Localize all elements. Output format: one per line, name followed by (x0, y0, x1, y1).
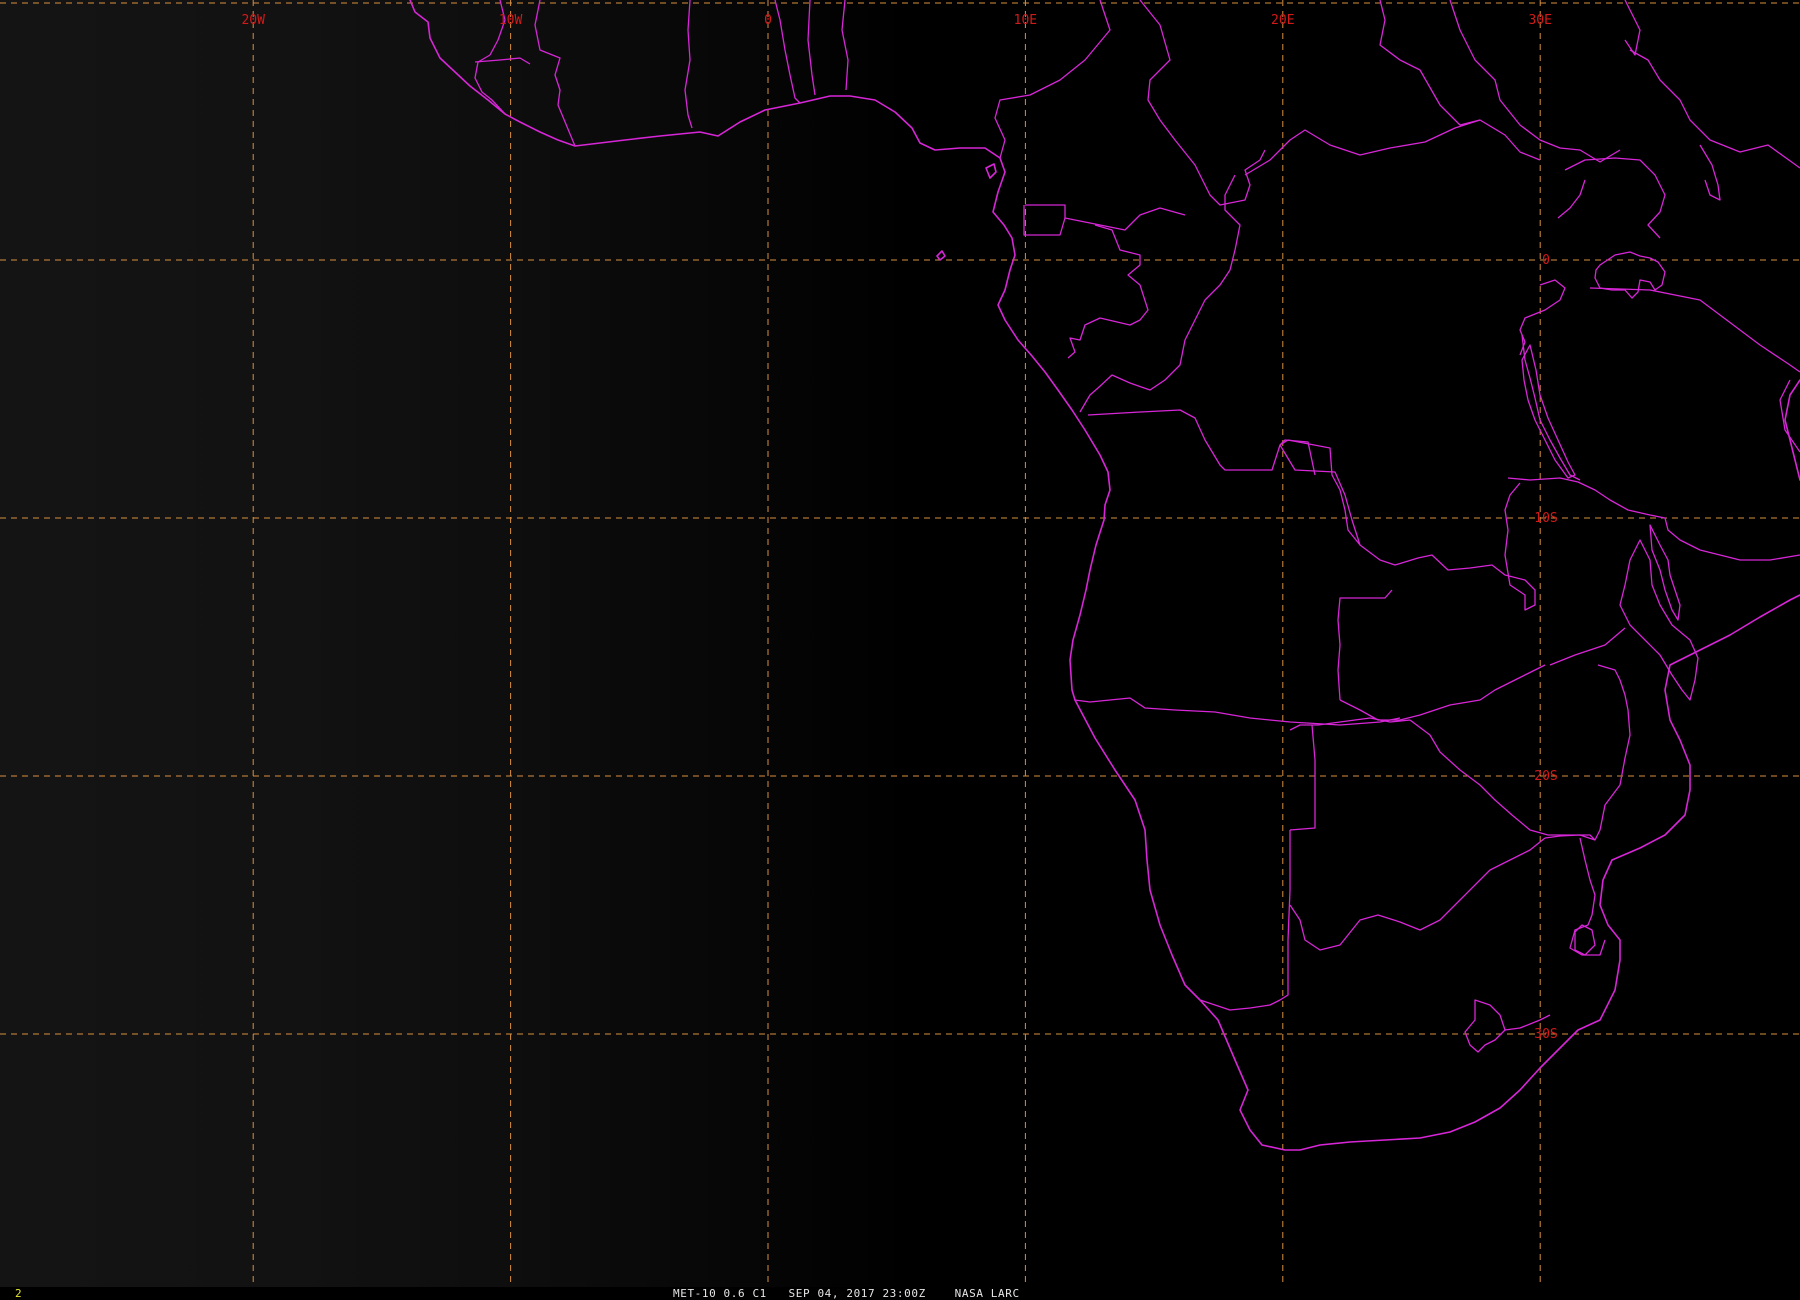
latitude-label: 20S (1534, 769, 1557, 784)
border-swaziland (1574, 924, 1596, 956)
grid-labels: 20W 10W 0 10E 20E 30E 0 10S 20S 30S (241, 13, 1557, 1042)
border-caprivi (1289, 724, 1316, 831)
border-cameroon (994, 0, 1111, 159)
status-bar: 2 MET-10 0.6 C1 SEP 04, 2017 23:00Z NASA… (0, 1287, 1800, 1300)
border-lesotho (1464, 999, 1506, 1053)
border-lake-tanganyika (1521, 344, 1576, 479)
border-zambia-angola-drc (1279, 444, 1536, 611)
longitude-label: 0 (764, 13, 772, 28)
island-sao-tome (936, 250, 946, 261)
island-bioko (985, 163, 997, 179)
image-caption: MET-10 0.6 C1 SEP 04, 2017 23:00Z NASA L… (673, 1287, 1020, 1300)
border-car-drc (1244, 119, 1541, 176)
frame-number: 2 (15, 1287, 22, 1300)
border-botswana-sa (1289, 837, 1546, 951)
lake-malawi (1649, 524, 1681, 621)
southern-africa-coastline (1074, 594, 1800, 1151)
border-zambia-west (1337, 589, 1393, 701)
latitude-label: 10S (1534, 511, 1557, 526)
border-equatorial-guinea (1023, 205, 1066, 236)
border-somalia (1699, 144, 1721, 201)
border-congo-drc (1079, 174, 1241, 413)
longitude-label: 10W (499, 13, 523, 28)
border-zambia-mozambique (1549, 627, 1626, 666)
border-malawi (1619, 539, 1699, 701)
border-angola-east (1279, 439, 1361, 546)
border-ethiopia (1629, 49, 1800, 169)
border-uganda-2 (1557, 179, 1586, 219)
border-west-4 (684, 0, 693, 129)
political-boundaries (409, 0, 1800, 1151)
border-namibia-south (1199, 830, 1291, 1011)
border-zambia-zimbabwe (1339, 664, 1546, 721)
longitude-label: 30E (1528, 13, 1551, 28)
border-zimbabwe (1544, 664, 1631, 841)
border-rwanda-burundi (1519, 279, 1566, 356)
border-uganda (1564, 157, 1666, 239)
border-angola-north (1087, 409, 1316, 476)
border-ethiopia-2 (1624, 0, 1641, 56)
border-west-2 (534, 0, 576, 147)
border-west-5 (774, 0, 801, 104)
lat-lon-grid (0, 0, 1800, 1287)
east-africa-coastline (1784, 379, 1800, 481)
border-congo-west (1067, 224, 1149, 359)
border-kenya-tanzania (1589, 287, 1800, 373)
longitude-label: 20W (241, 13, 265, 28)
latitude-label: 0 (1542, 253, 1550, 268)
central-africa-coastline (992, 171, 1111, 701)
border-west-6 (807, 0, 816, 96)
longitude-label: 10E (1014, 13, 1037, 28)
map-overlay: 20W 10W 0 10E 20E 30E 0 10S 20S 30S (0, 0, 1800, 1287)
border-sudan (1379, 0, 1481, 126)
border-gabon (1025, 204, 1186, 231)
border-west-7 (841, 0, 849, 91)
latitude-label: 30S (1534, 1027, 1557, 1042)
satellite-image: 20W 10W 0 10E 20E 30E 0 10S 20S 30S (0, 0, 1800, 1287)
longitude-label: 20E (1271, 13, 1294, 28)
border-botswana (1409, 719, 1596, 841)
